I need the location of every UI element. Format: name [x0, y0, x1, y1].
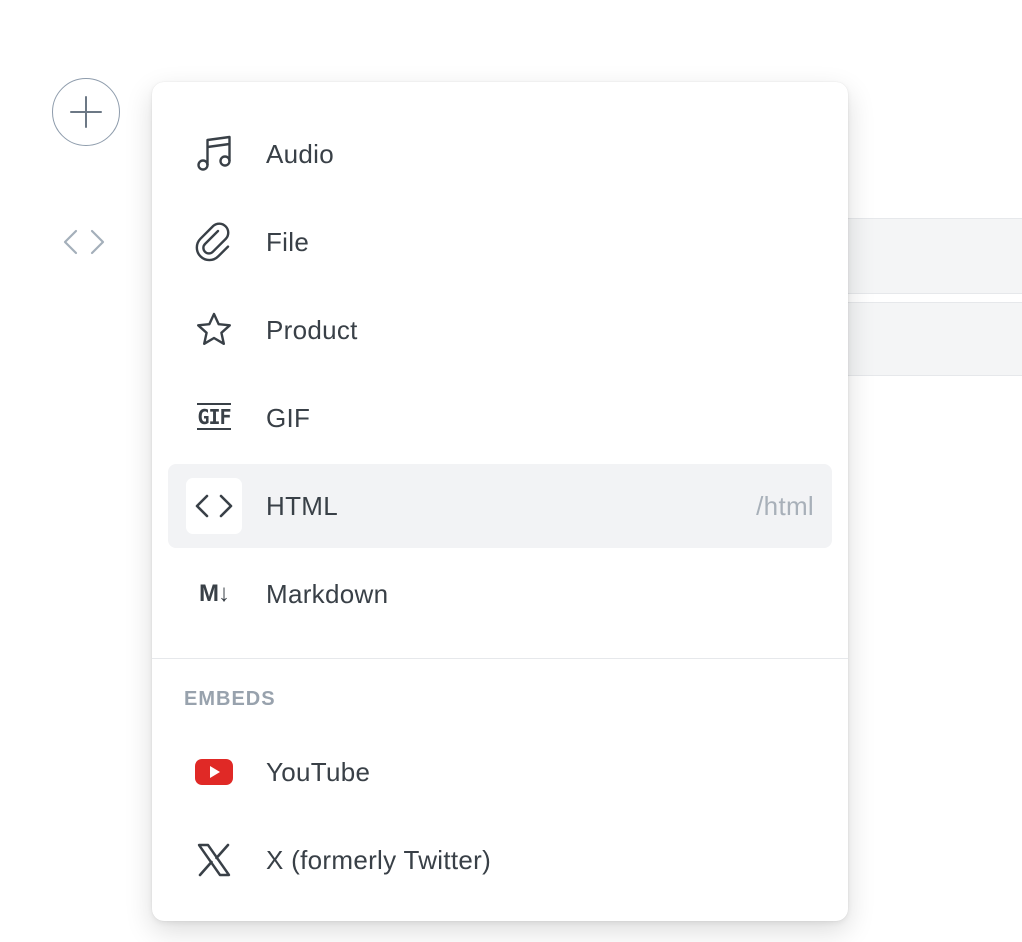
menu-item-youtube[interactable]: YouTube [168, 730, 832, 814]
x-logo-icon [186, 832, 242, 888]
menu-item-shortcut: /html [756, 491, 814, 521]
music-note-icon [186, 126, 242, 182]
card-menu: Audio File Product GIF GIF HTML /html M↓… [152, 82, 848, 921]
menu-item-label: Product [266, 315, 358, 345]
menu-item-label: Audio [266, 139, 334, 169]
menu-item-html[interactable]: HTML /html [168, 464, 832, 548]
gif-glyph: GIF [197, 402, 232, 430]
menu-item-label: X (formerly Twitter) [266, 845, 492, 875]
menu-divider [152, 658, 848, 659]
menu-item-gif[interactable]: GIF GIF [168, 376, 832, 460]
html-card-code-icon [62, 226, 106, 258]
menu-item-label: HTML [266, 491, 338, 521]
card-menu-list: Audio File Product GIF GIF HTML /html M↓… [168, 112, 832, 640]
menu-item-markdown[interactable]: M↓ Markdown [168, 552, 832, 636]
menu-item-label: GIF [266, 403, 311, 433]
markdown-glyph: M↓ [199, 580, 230, 607]
menu-item-audio[interactable]: Audio [168, 112, 832, 196]
menu-item-product[interactable]: Product [168, 288, 832, 372]
code-icon [186, 478, 242, 534]
menu-item-label: Markdown [266, 579, 389, 609]
menu-item-file[interactable]: File [168, 200, 832, 284]
youtube-icon [186, 744, 242, 800]
plus-icon [70, 96, 102, 128]
menu-item-label: File [266, 227, 310, 257]
embeds-section-title: EMBEDS [184, 688, 276, 710]
embeds-list: YouTube X (formerly Twitter) [168, 730, 832, 906]
paperclip-icon [186, 214, 242, 270]
menu-item-label: YouTube [266, 757, 371, 787]
gif-icon: GIF [186, 390, 242, 446]
menu-item-x-twitter[interactable]: X (formerly Twitter) [168, 818, 832, 902]
add-card-button[interactable] [52, 78, 120, 146]
star-icon [186, 302, 242, 358]
markdown-icon: M↓ [186, 566, 242, 622]
